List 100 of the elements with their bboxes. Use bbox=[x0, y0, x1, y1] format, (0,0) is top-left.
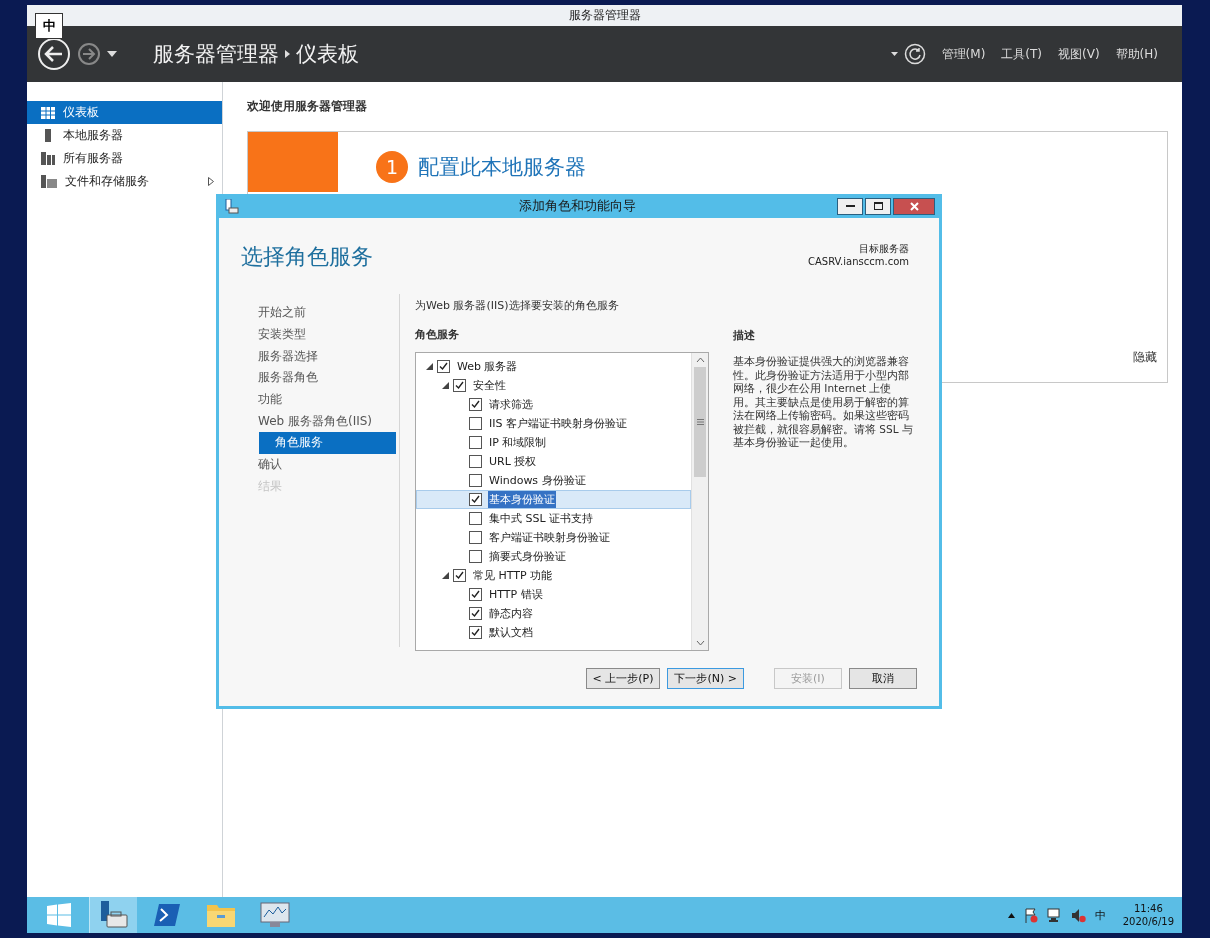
folder-icon bbox=[206, 902, 236, 928]
ime-indicator[interactable]: 中 bbox=[1094, 907, 1106, 923]
expand-arrow-icon[interactable] bbox=[208, 177, 214, 186]
wizard-step[interactable]: 确认 bbox=[258, 453, 396, 476]
checkbox[interactable] bbox=[469, 531, 482, 544]
windows-logo-icon bbox=[47, 903, 71, 927]
minimize-icon bbox=[845, 204, 855, 208]
tree-row[interactable]: IIS 客户端证书映射身份验证 bbox=[416, 414, 691, 433]
tree-row[interactable]: 常见 HTTP 功能 bbox=[416, 566, 691, 585]
sidebar-item[interactable]: 所有服务器 bbox=[27, 147, 222, 170]
wizard-step[interactable]: 角色服务 bbox=[259, 432, 396, 454]
checkbox[interactable] bbox=[469, 493, 482, 506]
checkbox[interactable] bbox=[469, 474, 482, 487]
maximize-button[interactable] bbox=[865, 197, 891, 215]
wizard-step[interactable]: Web 服务器角色(IIS) bbox=[258, 410, 396, 433]
clock-date: 2020/6/19 bbox=[1122, 915, 1174, 928]
checkbox[interactable] bbox=[469, 588, 482, 601]
expander-icon[interactable] bbox=[441, 382, 449, 389]
scroll-thumb[interactable] bbox=[694, 367, 706, 477]
checkbox[interactable] bbox=[469, 607, 482, 620]
wizard-step[interactable]: 安装类型 bbox=[258, 323, 396, 346]
clock-time: 11:46 bbox=[1133, 902, 1163, 915]
checkbox[interactable] bbox=[437, 360, 450, 373]
tree-row[interactable]: 请求筛选 bbox=[416, 395, 691, 414]
wizard-step[interactable]: 服务器角色 bbox=[258, 367, 396, 389]
maximize-icon bbox=[873, 202, 883, 210]
servers-icon bbox=[41, 152, 55, 165]
description-text: 基本身份验证提供强大的浏览器兼容性。此身份验证方法适用于小型内部网络，很少在公用 Internet 上使用。其主要缺点是使用易于解密的算法在网络上传输密码。如果这些密码被拦截，就很容易解密。请将 SSL 与基本身份验证一起使用。 bbox=[733, 355, 913, 450]
menu-item[interactable]: 视图(V) bbox=[1058, 45, 1100, 63]
target-label: 目标服务器 bbox=[859, 242, 909, 255]
checkbox[interactable] bbox=[469, 417, 482, 430]
tree-row[interactable]: 默认文档 bbox=[416, 623, 691, 642]
wizard-button[interactable]: < 上一步(P) bbox=[585, 667, 661, 689]
checkbox[interactable] bbox=[469, 436, 482, 449]
close-button[interactable] bbox=[893, 197, 935, 215]
checkbox[interactable] bbox=[469, 398, 482, 411]
ime-indicator[interactable]: 中 bbox=[35, 13, 63, 39]
tree-row[interactable]: 集中式 SSL 证书支持 bbox=[416, 509, 691, 528]
checkbox[interactable] bbox=[453, 569, 466, 582]
breadcrumb-item[interactable]: 服务器管理器 bbox=[153, 40, 279, 68]
expander-icon[interactable] bbox=[441, 572, 449, 579]
tree-row[interactable]: 摘要式身份验证 bbox=[416, 547, 691, 566]
sidebar-label: 文件和存储服务 bbox=[65, 173, 150, 190]
instruction-text: 为Web 服务器(IIS)选择要安装的角色服务 bbox=[415, 298, 620, 313]
wizard-button[interactable]: 下一步(N) > bbox=[667, 667, 744, 689]
menu-item[interactable]: 帮助(H) bbox=[1115, 45, 1158, 63]
muted-speaker-icon[interactable] bbox=[1070, 907, 1086, 923]
tree-row[interactable]: HTTP 错误 bbox=[416, 585, 691, 604]
step-link[interactable]: 配置此本地服务器 bbox=[418, 153, 586, 181]
sidebar-item[interactable]: 本地服务器 bbox=[27, 124, 222, 147]
dialog-title: 添加角色和功能向导 bbox=[517, 197, 637, 215]
wizard-step[interactable]: 功能 bbox=[258, 388, 396, 411]
forward-icon[interactable] bbox=[77, 42, 101, 66]
hide-link[interactable]: 隐藏 bbox=[1133, 349, 1157, 366]
wizard-icon bbox=[225, 198, 239, 214]
checkbox[interactable] bbox=[469, 512, 482, 525]
up-arrow-icon[interactable] bbox=[1007, 912, 1015, 918]
target-server: CASRV.iansccm.com bbox=[807, 255, 909, 268]
checkbox[interactable] bbox=[453, 379, 466, 392]
tree-row[interactable]: 客户端证书映射身份验证 bbox=[416, 528, 691, 547]
sidebar-item[interactable]: 文件和存储服务 bbox=[27, 170, 222, 193]
wizard-step[interactable]: 开始之前 bbox=[258, 302, 396, 324]
menu-item[interactable]: 工具(T) bbox=[1001, 45, 1043, 63]
menu-item[interactable]: 管理(M) bbox=[941, 45, 986, 63]
caret-icon[interactable] bbox=[890, 52, 898, 56]
tree-row[interactable]: 安全性 bbox=[416, 376, 691, 395]
page-heading: 选择角色服务 bbox=[241, 243, 373, 271]
monitor-chart-icon bbox=[260, 902, 290, 928]
breadcrumb-item[interactable]: 仪表板 bbox=[296, 40, 359, 68]
grid-icon bbox=[41, 106, 55, 119]
tree-row[interactable]: IP 和域限制 bbox=[416, 433, 691, 452]
wizard-button[interactable]: 取消 bbox=[849, 667, 917, 689]
tree-row[interactable]: Windows 身份验证 bbox=[416, 471, 691, 490]
storage-icon bbox=[41, 175, 57, 188]
welcome-title: 欢迎使用服务器管理器 bbox=[247, 98, 368, 115]
checkbox[interactable] bbox=[469, 626, 482, 639]
clock[interactable]: 11:46 2020/6/19 bbox=[1122, 902, 1174, 928]
taskbar-app[interactable] bbox=[89, 897, 137, 933]
sidebar-label: 所有服务器 bbox=[63, 150, 124, 167]
wizard-step[interactable]: 服务器选择 bbox=[258, 345, 396, 368]
caret-icon[interactable] bbox=[107, 51, 117, 57]
minimize-button[interactable] bbox=[837, 197, 863, 215]
sidebar-item[interactable]: 仪表板 bbox=[27, 101, 222, 124]
refresh-icon[interactable] bbox=[903, 43, 926, 65]
close-icon bbox=[909, 201, 919, 211]
description-label: 描述 bbox=[733, 328, 756, 343]
flag-icon[interactable] bbox=[1023, 907, 1038, 923]
network-icon[interactable] bbox=[1046, 907, 1062, 923]
tree-row[interactable]: URL 授权 bbox=[416, 452, 691, 471]
tree-row[interactable]: Web 服务器 bbox=[416, 357, 691, 376]
step-number: 1 bbox=[376, 151, 408, 183]
server-toolbox-icon bbox=[98, 901, 129, 929]
expander-icon[interactable] bbox=[425, 363, 433, 370]
tree-row[interactable]: 基本身份验证 bbox=[416, 490, 691, 509]
checkbox[interactable] bbox=[469, 550, 482, 563]
back-icon[interactable] bbox=[37, 37, 71, 71]
powershell-icon bbox=[154, 904, 180, 926]
tree-row[interactable]: 静态内容 bbox=[416, 604, 691, 623]
checkbox[interactable] bbox=[469, 455, 482, 468]
separator-icon bbox=[285, 50, 290, 58]
